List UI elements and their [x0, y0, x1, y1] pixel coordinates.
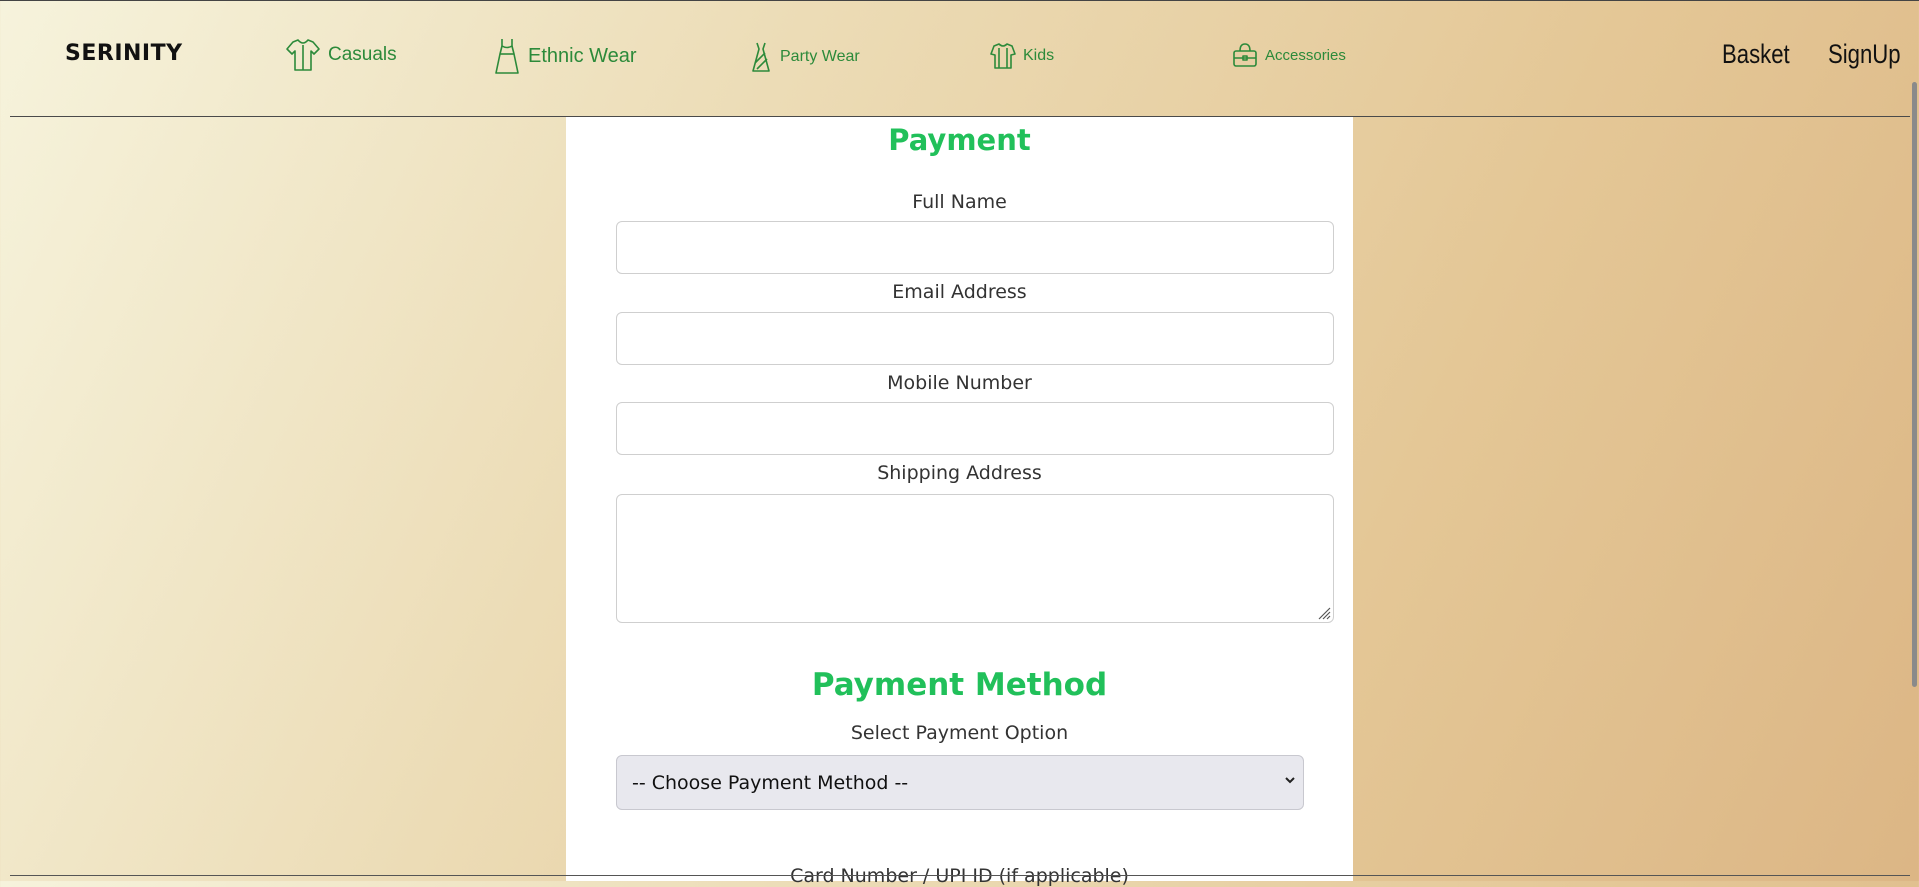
shirt-icon: [286, 39, 320, 71]
email-label: Email Address: [892, 281, 1027, 303]
nav-link-label: Kids: [1023, 47, 1055, 64]
brand-logo[interactable]: SERINITY: [65, 41, 183, 66]
email-input[interactable]: [616, 312, 1334, 365]
payment-title: Payment: [888, 123, 1031, 157]
footer-divider: [10, 875, 1910, 876]
dress-icon: [495, 39, 519, 74]
full-name-input[interactable]: [616, 221, 1334, 274]
shipping-address-textarea[interactable]: [616, 494, 1334, 623]
page-scrollbar[interactable]: [1912, 82, 1917, 687]
nav-link-label: Accessories: [1265, 46, 1346, 64]
payment-method-title: Payment Method: [811, 667, 1108, 703]
signup-link[interactable]: SignUp: [1828, 39, 1901, 70]
kids-shirt-icon: [990, 43, 1016, 69]
payment-method-select-value: -- Choose Payment Method --: [632, 771, 909, 794]
nav-link-label: Ethnic Wear: [528, 44, 637, 67]
bag-icon: [1233, 43, 1257, 67]
basket-link[interactable]: Basket: [1722, 39, 1790, 70]
nav-link-casuals[interactable]: Casuals: [285, 37, 397, 73]
payment-method-select[interactable]: -- Choose Payment Method --: [616, 755, 1304, 810]
select-payment-label: Select Payment Option: [850, 722, 1069, 744]
mobile-input[interactable]: [616, 402, 1334, 455]
nav-link-accessories[interactable]: Accessories: [1232, 41, 1346, 69]
full-name-label: Full Name: [912, 191, 1007, 213]
payment-card: Payment Full Name Email Address Mobile N…: [566, 117, 1353, 887]
shipping-address-label: Shipping Address: [877, 462, 1042, 484]
nav-link-label: Casuals: [328, 44, 397, 65]
card-number-label: Card Number / UPI ID (if applicable): [790, 865, 1129, 887]
chevron-down-icon: [1285, 777, 1295, 784]
nav-link-party-wear[interactable]: Party Wear: [749, 41, 860, 73]
mobile-label: Mobile Number: [887, 372, 1032, 394]
resize-grip-icon[interactable]: [1315, 604, 1331, 620]
navbar: SERINITY Casuals Ethnic Wear Party Wear …: [0, 0, 1919, 117]
nav-link-label: Party Wear: [780, 48, 860, 65]
gown-icon: [752, 42, 770, 72]
nav-link-ethnic-wear[interactable]: Ethnic Wear: [493, 37, 637, 75]
nav-link-kids[interactable]: Kids: [990, 42, 1054, 70]
